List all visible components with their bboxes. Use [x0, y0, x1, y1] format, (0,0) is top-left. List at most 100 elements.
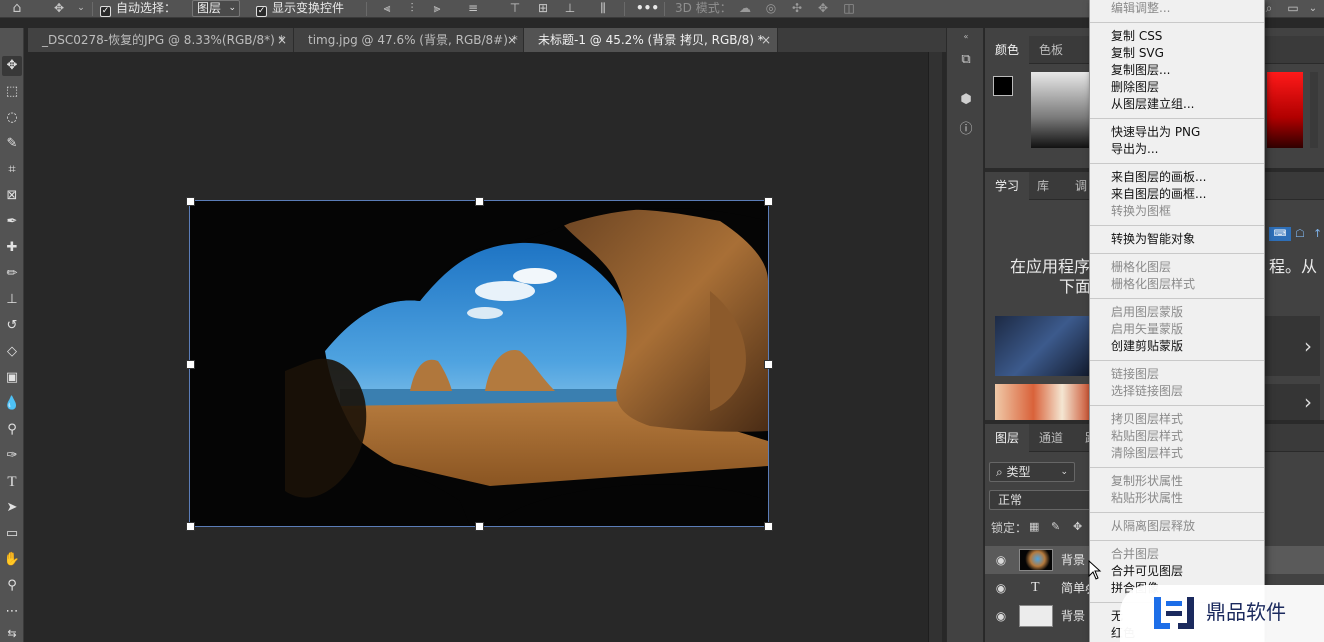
- menu-item-copy-layer-style[interactable]: 拷贝图层样式: [1111, 411, 1183, 428]
- menu-item-quick-export-png[interactable]: 快速导出为 PNG: [1111, 124, 1200, 141]
- align-bottom-icon[interactable]: ⊥: [563, 2, 577, 15]
- menu-item-frame-from-layers[interactable]: 来自图层的画框...: [1111, 186, 1206, 203]
- lasso-tool-icon[interactable]: ◌: [2, 108, 22, 128]
- menu-item-enable-layer-mask[interactable]: 启用图层蒙版: [1111, 304, 1183, 321]
- tab-color[interactable]: 颜色: [985, 36, 1030, 64]
- menu-item-create-clipping-mask[interactable]: 创建剪贴蒙版: [1111, 338, 1183, 355]
- chevron-down-icon[interactable]: ⌄: [1306, 2, 1320, 15]
- distribute-horizontal-icon[interactable]: ≡: [466, 2, 480, 15]
- menu-item-paste-layer-style[interactable]: 粘贴图层样式: [1111, 428, 1183, 445]
- 3d-pan-icon[interactable]: ✣: [790, 2, 804, 15]
- menu-item-copy-css[interactable]: 复制 CSS: [1111, 28, 1162, 45]
- transform-handle-left[interactable]: [186, 360, 195, 369]
- close-icon[interactable]: ×: [277, 28, 287, 52]
- menu-item-release-from-isolation[interactable]: 从隔离图层释放: [1111, 518, 1195, 535]
- blur-tool-icon[interactable]: 💧: [2, 394, 22, 414]
- clone-stamp-tool-icon[interactable]: ⊥: [2, 290, 22, 310]
- tab-untitled-1[interactable]: 未标题-1 @ 45.2% (背景 拷贝, RGB/8) * ×: [524, 28, 778, 52]
- auto-select-checkbox[interactable]: ✓ 自动选择：: [100, 0, 176, 18]
- more-tools-icon[interactable]: ⋯: [2, 602, 22, 622]
- menu-item-convert-to-smart-object[interactable]: 转换为智能对象: [1111, 231, 1195, 248]
- layer-filter-select[interactable]: ⌕ 类型 ⌄: [989, 462, 1075, 482]
- 3d-panel-icon[interactable]: ⬢: [956, 90, 976, 110]
- 3d-scale-icon[interactable]: ◫: [842, 2, 856, 15]
- gradient-tool-icon[interactable]: ▣: [2, 368, 22, 388]
- transform-handle-bottom[interactable]: [475, 522, 484, 531]
- menu-item-convert-to-frame[interactable]: 转换为图框: [1111, 203, 1171, 220]
- tab-learn[interactable]: 学习: [985, 172, 1030, 200]
- tab-dsc0278[interactable]: _DSC0278-恢复的JPG @ 8.33%(RGB/8*) * ×: [28, 28, 294, 52]
- menu-item-link-layers[interactable]: 链接图层: [1111, 366, 1159, 383]
- align-middle-icon[interactable]: ⊞: [536, 2, 550, 15]
- transform-handle-bottom-right[interactable]: [764, 522, 773, 531]
- move-tool-icon[interactable]: ✥: [52, 2, 66, 15]
- menu-item-group-from-layers[interactable]: 从图层建立组...: [1111, 96, 1194, 113]
- menu-item-paste-shape-attributes[interactable]: 粘贴形状属性: [1111, 490, 1183, 507]
- transform-handle-bottom-left[interactable]: [186, 522, 195, 531]
- workspace-icon[interactable]: ▭: [1286, 2, 1300, 15]
- menu-item-export-as[interactable]: 导出为...: [1111, 141, 1158, 158]
- color-field[interactable]: [1031, 72, 1091, 148]
- eraser-tool-icon[interactable]: ◇: [2, 342, 22, 362]
- zoom-tool-icon[interactable]: ⚲: [2, 576, 22, 596]
- expand-panels-icon[interactable]: «: [947, 32, 985, 42]
- menu-item-select-linked-layers[interactable]: 选择链接图层: [1111, 383, 1183, 400]
- vertical-scrollbar[interactable]: [928, 52, 942, 642]
- marquee-tool-icon[interactable]: ⬚: [2, 82, 22, 102]
- brush-tool-icon[interactable]: ✏: [2, 264, 22, 284]
- show-transform-checkbox[interactable]: ✓ 显示变换控件: [256, 0, 344, 18]
- transform-handle-top[interactable]: [475, 197, 484, 206]
- lock-pixels-icon[interactable]: ✎: [1051, 520, 1063, 534]
- 3d-orbit-icon[interactable]: ☁: [738, 2, 752, 15]
- eyedropper-tool-icon[interactable]: ✒: [2, 212, 22, 232]
- transform-handle-right[interactable]: [764, 360, 773, 369]
- menu-item-artboard-from-layers[interactable]: 来自图层的画板...: [1111, 169, 1206, 186]
- menu-item-delete-layer[interactable]: 删除图层: [1111, 79, 1159, 96]
- lock-position-icon[interactable]: ✥: [1073, 520, 1085, 534]
- visibility-eye-icon[interactable]: ◉: [993, 580, 1009, 596]
- align-center-icon[interactable]: ⫶: [405, 2, 419, 15]
- menu-item-merge-layers[interactable]: 合并图层: [1111, 546, 1159, 563]
- tab-layers[interactable]: 图层: [985, 424, 1030, 452]
- menu-item-enable-vector-mask[interactable]: 启用矢量蒙版: [1111, 321, 1183, 338]
- healing-brush-tool-icon[interactable]: ✚: [2, 238, 22, 258]
- type-tool-icon[interactable]: T: [2, 472, 22, 492]
- blend-mode-select[interactable]: 正常: [989, 490, 1093, 510]
- tab-channels[interactable]: 通道: [1029, 424, 1073, 452]
- home-icon[interactable]: ⌂: [10, 1, 24, 15]
- visibility-eye-icon[interactable]: ◉: [993, 608, 1009, 624]
- 3d-roll-icon[interactable]: ◎: [764, 2, 778, 15]
- hand-tool-icon[interactable]: ✋: [2, 550, 22, 570]
- history-panel-icon[interactable]: ⧉: [956, 50, 976, 70]
- transform-handle-top-left[interactable]: [186, 197, 195, 206]
- tab-libraries[interactable]: 库: [1027, 172, 1059, 200]
- document-canvas[interactable]: [189, 200, 769, 527]
- menu-item-merge-visible[interactable]: 合并可见图层: [1111, 563, 1183, 580]
- color-swap-icon[interactable]: ⇆: [2, 624, 22, 642]
- pen-tool-icon[interactable]: ✑: [2, 446, 22, 466]
- crop-tool-icon[interactable]: ⌗: [2, 160, 22, 180]
- info-panel-icon[interactable]: ⓘ: [956, 120, 976, 140]
- tab-timg[interactable]: timg.jpg @ 47.6% (背景, RGB/8#) * ×: [294, 28, 524, 52]
- visibility-eye-icon[interactable]: ◉: [993, 552, 1009, 568]
- path-selection-tool-icon[interactable]: ➤: [2, 498, 22, 518]
- menu-item-copy-svg[interactable]: 复制 SVG: [1111, 45, 1164, 62]
- menu-item-copy-shape-attributes[interactable]: 复制形状属性: [1111, 473, 1183, 490]
- rectangle-tool-icon[interactable]: ▭: [2, 524, 22, 544]
- quick-select-tool-icon[interactable]: ✎: [2, 134, 22, 154]
- distribute-vertical-icon[interactable]: ⫼: [596, 2, 610, 15]
- menu-item-rasterize-layer-style[interactable]: 栅格化图层样式: [1111, 276, 1195, 293]
- tutorial-icon[interactable]: ☖: [1295, 227, 1309, 241]
- close-icon[interactable]: ×: [761, 28, 771, 52]
- align-top-icon[interactable]: ⊤: [508, 2, 522, 15]
- lock-transparent-icon[interactable]: ▦: [1029, 520, 1041, 534]
- more-options-button[interactable]: •••: [636, 0, 659, 18]
- dodge-tool-icon[interactable]: ⚲: [2, 420, 22, 440]
- move-tool-icon[interactable]: ✥: [2, 56, 22, 76]
- arrow-up-icon[interactable]: ↑: [1313, 227, 1323, 241]
- color-slider-rail[interactable]: [1310, 72, 1318, 148]
- hue-spectrum[interactable]: [1267, 72, 1303, 148]
- 3d-slide-icon[interactable]: ✥: [816, 2, 830, 15]
- auto-select-target-select[interactable]: 图层 ⌄: [192, 0, 240, 17]
- chevron-down-icon[interactable]: ⌄: [74, 2, 88, 15]
